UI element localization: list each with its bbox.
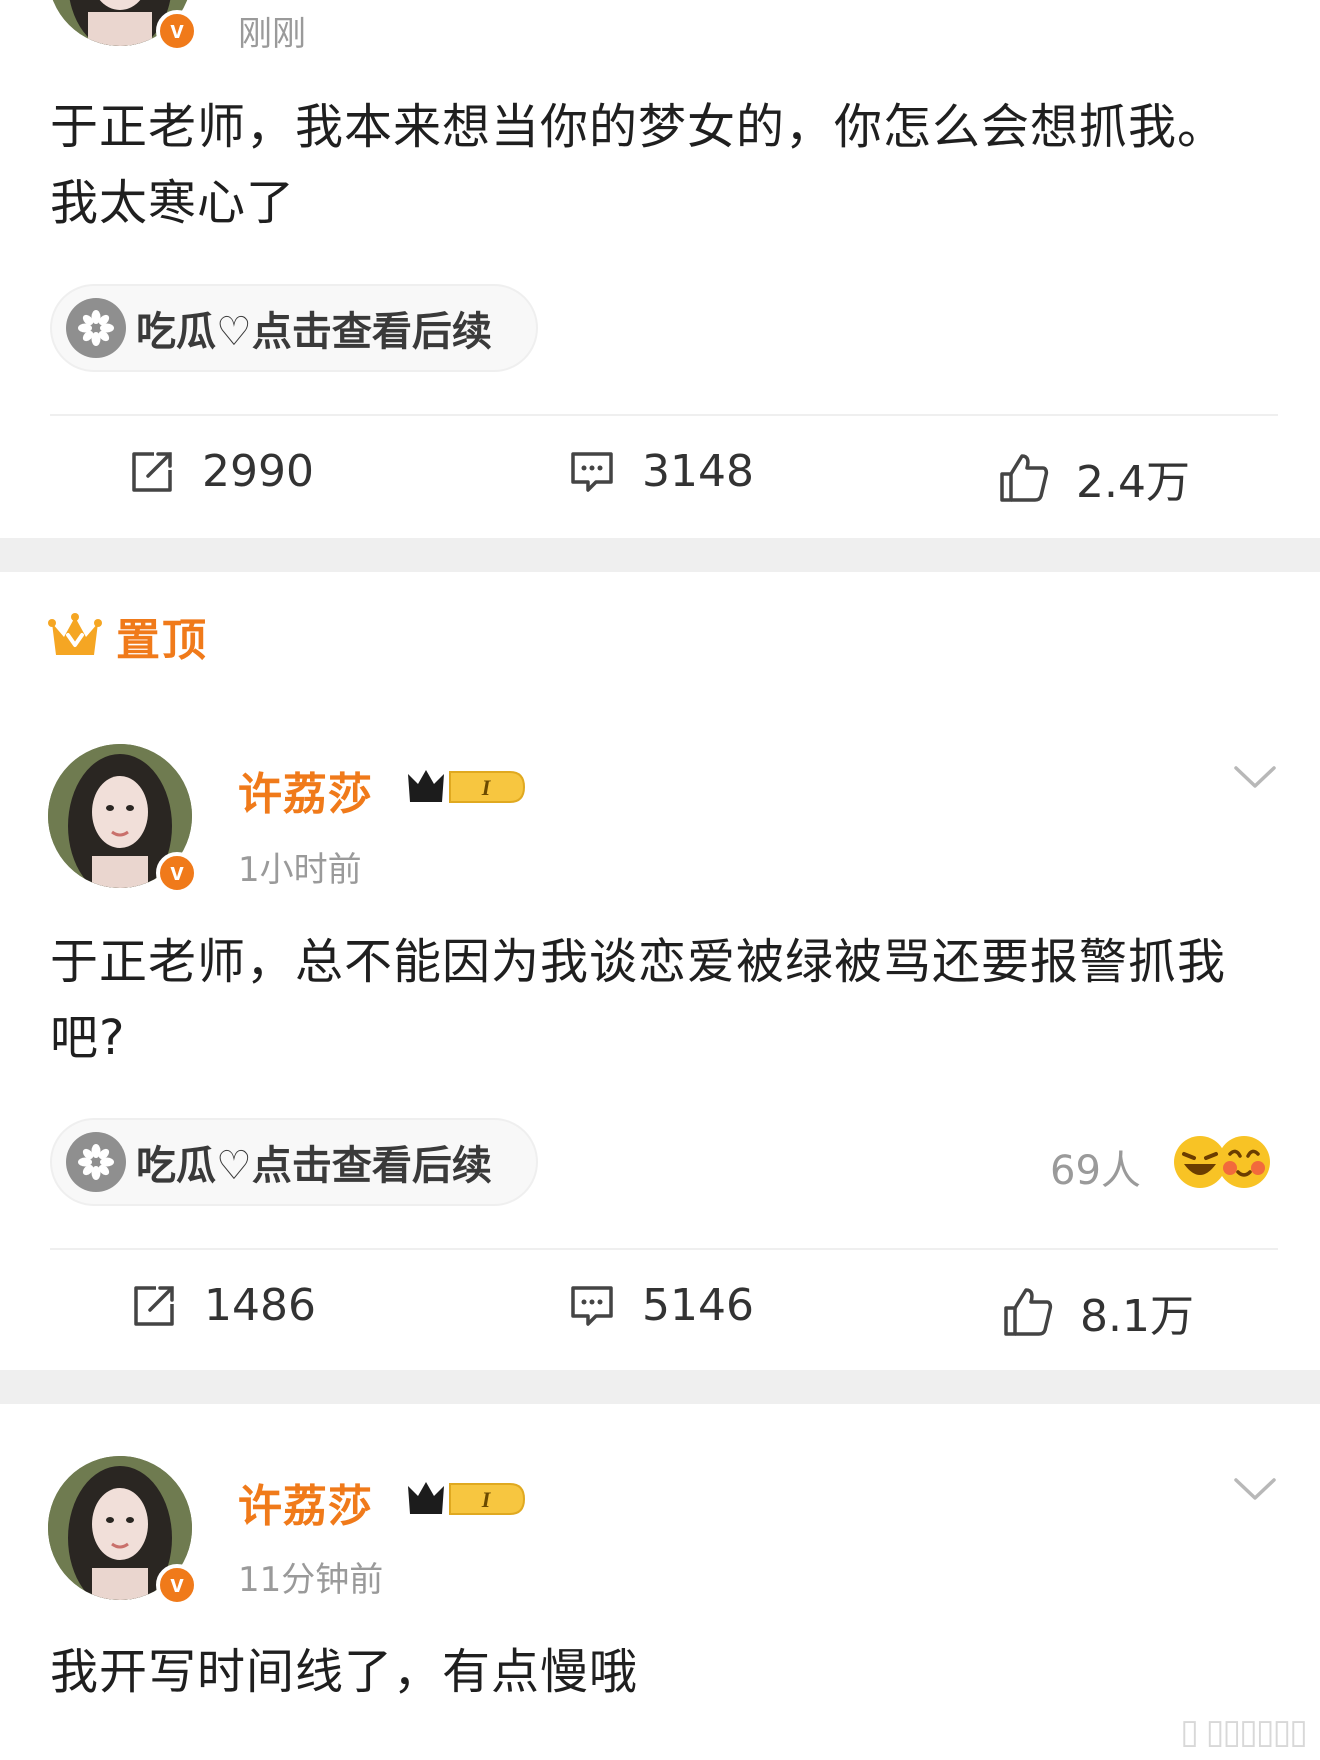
melon-seed-icon bbox=[66, 298, 126, 358]
chevron-down-icon[interactable] bbox=[1232, 762, 1278, 792]
comment-button[interactable]: 5146 bbox=[568, 1280, 754, 1331]
like-count: 8.1万 bbox=[1080, 1291, 1194, 1342]
avatar[interactable]: v bbox=[48, 744, 198, 894]
verified-badge-icon: v bbox=[156, 10, 198, 52]
post-separator bbox=[0, 1370, 1320, 1404]
repost-count: 2990 bbox=[202, 446, 314, 497]
verified-badge-icon: v bbox=[156, 852, 198, 894]
topic-link[interactable]: 吃瓜♡点击查看后续 bbox=[50, 1118, 538, 1206]
comment-icon bbox=[571, 451, 613, 492]
divider bbox=[50, 414, 1278, 416]
melon-seed-icon bbox=[66, 1132, 126, 1192]
watermark: ▯ ▯▯▯▯▯▯ bbox=[1180, 1712, 1308, 1752]
post-text: 于正老师，我本来想当你的梦女的，你怎么会想抓我。我太寒心了 bbox=[50, 99, 1227, 231]
avatar[interactable]: v bbox=[48, 1456, 198, 1606]
level-badge-icon: I bbox=[408, 1482, 526, 1515]
post-text: 我开写时间线了，有点慢哦 bbox=[50, 1644, 639, 1700]
level-badge-icon: I bbox=[408, 770, 526, 803]
blushing-emoji-icon[interactable] bbox=[1216, 1134, 1272, 1190]
post-text: 于正老师，总不能因为我谈恋爱被绿被骂还要报警抓我吧? bbox=[50, 934, 1227, 1066]
comment-count: 5146 bbox=[642, 1280, 754, 1331]
post-1: v 刚刚 于正老师，我本来想当你的梦女的，你怎么会想抓我。我太寒心了 吃瓜♡点击… bbox=[0, 0, 1320, 540]
comment-count: 3148 bbox=[642, 446, 754, 497]
verified-badge-icon: v bbox=[156, 1564, 198, 1606]
post-time: 刚刚 bbox=[238, 14, 306, 54]
topic-link[interactable]: 吃瓜♡点击查看后续 bbox=[50, 284, 538, 372]
repost-button[interactable]: 2990 bbox=[128, 446, 314, 497]
like-icon bbox=[1000, 454, 1049, 502]
post-separator bbox=[0, 538, 1320, 572]
repost-icon bbox=[134, 1285, 174, 1326]
chevron-down-icon[interactable] bbox=[1232, 1474, 1278, 1504]
author-name[interactable]: 许荔莎 bbox=[238, 1470, 373, 1534]
topic-label: 吃瓜♡点击查看后续 bbox=[136, 309, 492, 355]
repost-icon bbox=[132, 451, 172, 492]
comment-button[interactable]: 3148 bbox=[568, 446, 754, 497]
post-time: 11分钟前 bbox=[238, 1560, 384, 1600]
level-text: I bbox=[481, 775, 492, 800]
pinned-text: 置顶 bbox=[116, 615, 208, 666]
comment-icon bbox=[571, 1285, 613, 1326]
like-count: 2.4万 bbox=[1076, 457, 1190, 508]
divider bbox=[50, 1248, 1278, 1250]
level-text: I bbox=[481, 1487, 492, 1512]
author-name[interactable]: 许荔莎 bbox=[238, 758, 373, 822]
topic-label: 吃瓜♡点击查看后续 bbox=[136, 1143, 492, 1189]
repost-count: 1486 bbox=[204, 1280, 316, 1331]
like-button[interactable]: 8.1万 bbox=[1002, 1280, 1194, 1344]
post-time: 1小时前 bbox=[238, 850, 362, 890]
reaction-count[interactable]: 69人 bbox=[1050, 1138, 1141, 1196]
avatar[interactable]: v bbox=[48, 0, 198, 52]
repost-button[interactable]: 1486 bbox=[130, 1280, 316, 1331]
pinned-label: 置顶 bbox=[48, 604, 208, 668]
like-icon bbox=[1004, 1288, 1053, 1336]
crown-icon bbox=[48, 613, 102, 655]
like-button[interactable]: 2.4万 bbox=[998, 446, 1190, 510]
